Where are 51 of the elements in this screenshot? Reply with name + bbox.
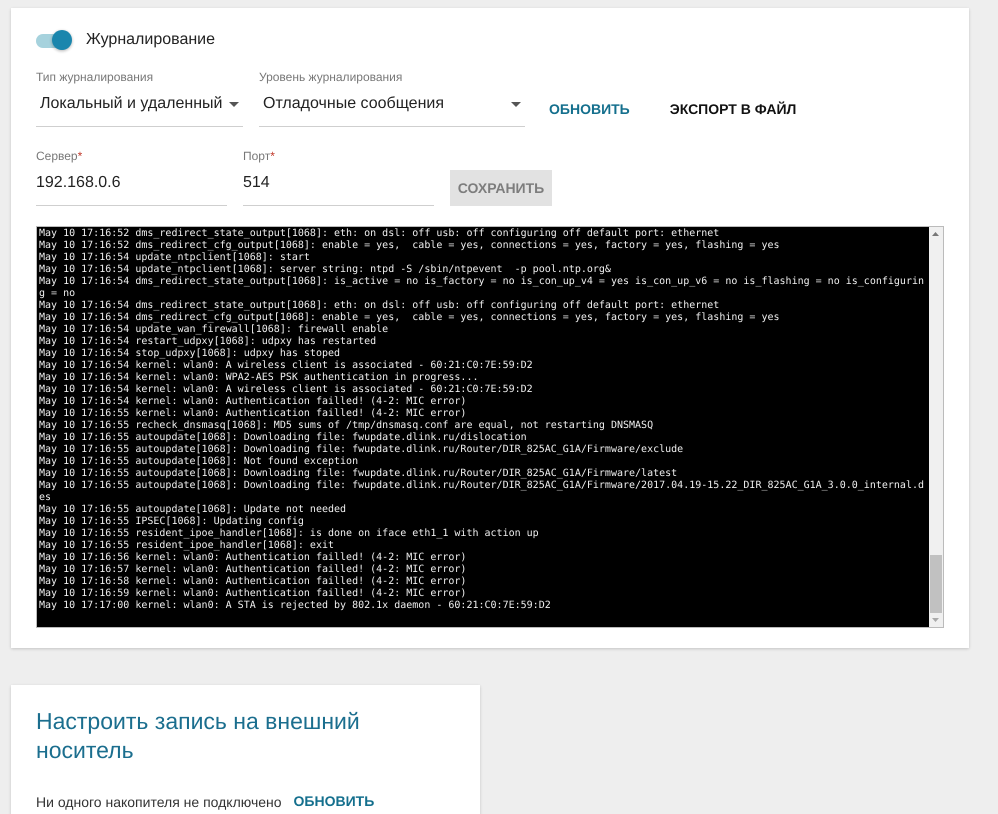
logging-toggle[interactable] (36, 30, 72, 50)
log-line: May 10 17:16:58 kernel: wlan0: Authentication failled! (4-2: MIC error) (39, 576, 468, 588)
log-line: May 10 17:16:55 autoupdate[1068]: Update not needed (39, 504, 348, 516)
dropdown-caret-icon (511, 102, 521, 106)
log-line: May 10 17:16:55 recheck_dnsmasq[1068]: MD5 sums of /tmp/dnsmasq.conf are equal, not restarting DNSMASQ (39, 420, 654, 432)
scrollbar[interactable] (929, 227, 943, 627)
field-label: Сервер* (36, 149, 84, 163)
server-input[interactable]: 192.168.0.6 (36, 171, 227, 206)
scroll-down-icon[interactable] (932, 618, 939, 622)
field-label: Уровень журналирования (259, 70, 404, 84)
log-line: May 10 17:16:52 dms_redirect_state_output[1068]: eth: on dsl: off usb: off configuring off default port: ethernet (39, 228, 720, 240)
log-line: May 10 17:16:55 kernel: wlan0: Authentication failled! (4-2: MIC error) (39, 408, 468, 420)
refresh-button[interactable]: ОБНОВИТЬ (541, 91, 638, 126)
card-title: Настроить запись на внешний носитель (36, 707, 361, 765)
field-label: Порт* (243, 149, 276, 163)
log-line: May 10 17:16:54 stop_udpxy[1068]: udpxy has stoped (39, 348, 342, 360)
scroll-up-icon[interactable] (932, 232, 939, 236)
log-line: May 10 17:16:54 dms_redirect_state_output[1068]: eth: on dsl: off usb: off configuring off default port: ethernet (39, 300, 720, 312)
log-level-select[interactable]: Отладочные сообщения (259, 92, 525, 127)
port-input[interactable]: 514 (243, 171, 434, 206)
log-line: May 10 17:16:54 update_wan_firewall[1068]: firewall enable (39, 324, 390, 336)
log-line: May 10 17:16:52 dms_redirect_cfg_output[1068]: enable = yes, cable = yes, connections = yes, factory = yes, flashing = yes (39, 240, 781, 252)
log-line: May 10 17:16:55 autoupdate[1068]: Downloading file: fwupdate.dlink.ru/Router/DIR_825AC_G1A/Firmware/latest (39, 468, 678, 480)
log-line: May 10 17:16:55 autoupdate[1068]: Downloading file: fwupdate.dlink.ru/Router/DIR_825AC_G1A/Firmware/exclude (39, 444, 684, 456)
log-line: May 10 17:16:54 restart_udpxy[1068]: udpxy has restarted (39, 336, 378, 348)
log-line: May 10 17:16:54 kernel: wlan0: Authentication failled! (4-2: MIC error) (39, 396, 468, 408)
scrollbar-thumb[interactable] (930, 555, 942, 613)
dropdown-caret-icon (229, 102, 239, 106)
log-line: May 10 17:16:55 autoupdate[1068]: Downloading file: fwupdate.dlink.ru/dislocation (39, 432, 528, 444)
field-label: Тип журналирования (36, 70, 154, 84)
log-line: May 10 17:16:54 dms_redirect_state_output[1068]: is_active = no is_factory = no is_con_up_v4 = yes is_con_up_v6 = no is_flashing = no is_configuring = no (39, 276, 926, 300)
log-line: May 10 17:16:59 kernel: wlan0: Authentication failled! (4-2: MIC error) (39, 588, 468, 600)
log-line: May 10 17:16:55 IPSEC[1068]: Updating config (39, 516, 305, 528)
log-line: May 10 17:16:54 kernel: wlan0: WPA2-AES PSK authentication in progress... (39, 372, 480, 384)
log-line: May 10 17:16:55 resident_ipoe_handler[1068]: exit (39, 540, 336, 552)
export-button[interactable]: ЭКСПОРТ В ФАЙЛ (662, 91, 804, 126)
toggle-label: Журналирование (86, 31, 216, 49)
log-line: May 10 17:16:55 autoupdate[1068]: Downloading file: fwupdate.dlink.ru/Router/DIR_825AC_G1A/Firmware/2017.04.19-15.22_DIR_825AC_G1A_3.0.0_internal.des (39, 480, 926, 504)
log-line: May 10 17:16:55 resident_ipoe_handler[1068]: is done on iface eth1_1 with action up (39, 528, 540, 540)
log-line: May 10 17:16:54 dms_redirect_cfg_output[1068]: enable = yes, cable = yes, connections = yes, factory = yes, flashing = yes (39, 312, 781, 324)
log-type-select[interactable]: Локальный и удаленный (36, 92, 243, 127)
status-message: Ни одного накопителя не подключено (36, 794, 282, 810)
log-line: May 10 17:17:00 kernel: wlan0: A STA is rejected by 802.1x daemon - 60:21:C0:7E:59:D2 (39, 600, 552, 612)
log-line: May 10 17:16:54 update_ntpclient[1068]: start (39, 252, 311, 264)
log-line: May 10 17:16:56 kernel: wlan0: Authentication failled! (4-2: MIC error) (39, 552, 468, 564)
log-line: May 10 17:16:57 kernel: wlan0: Authentication failled! (4-2: MIC error) (39, 564, 468, 576)
refresh-button[interactable]: ОБНОВИТЬ (286, 791, 382, 811)
log-line: May 10 17:16:54 kernel: wlan0: A wireless client is associated - 60:21:C0:7E:59:D2 (39, 360, 534, 372)
log-line: May 10 17:16:54 kernel: wlan0: A wireless client is associated - 60:21:C0:7E:59:D2 (39, 384, 534, 396)
log-line: May 10 17:16:55 autoupdate[1068]: Not found exception (39, 456, 360, 468)
log-line: May 10 17:16:54 update_ntpclient[1068]: server string: ntpd -S /sbin/ntpevent -p pool.ntp.org& (39, 264, 612, 276)
